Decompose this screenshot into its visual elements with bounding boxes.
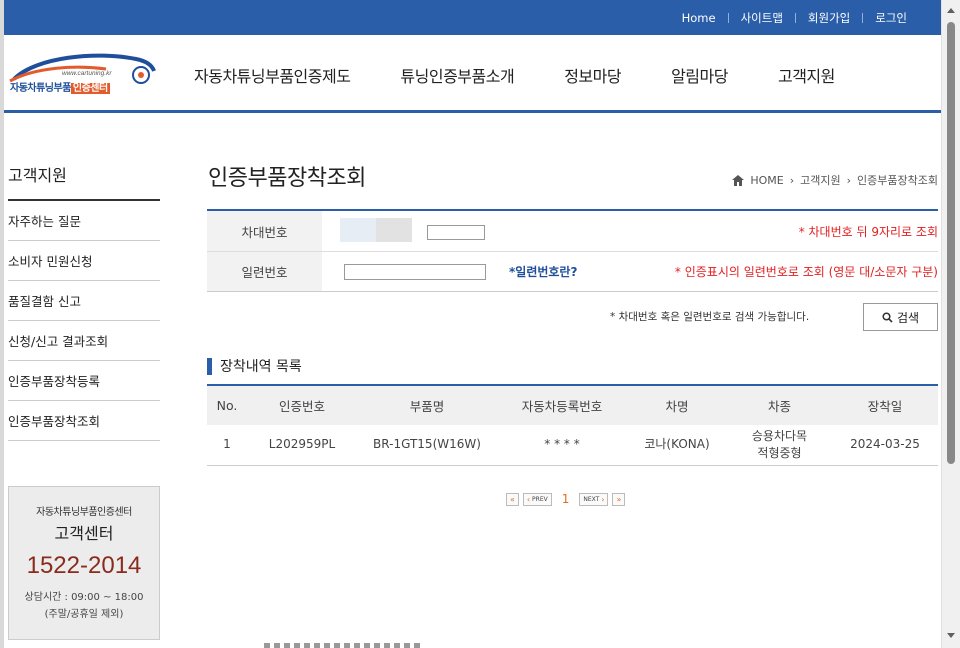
customer-center-box: 자동차튜닝부품인증센터 고객센터 1522-2014 상담시간 : 09:00 … bbox=[8, 486, 160, 640]
serial-input[interactable] bbox=[344, 264, 486, 280]
search-help-text: * 차대번호 혹은 일련번호로 검색 가능합니다. bbox=[610, 311, 810, 323]
sidebar-item-faq[interactable]: 자주하는 질문 bbox=[8, 201, 160, 241]
logo-name-highlight: 인증센터 bbox=[70, 83, 110, 94]
sidebar: 고객지원 자주하는 질문 소비자 민원신청 품질결함 신고 신청/신고 결과조회… bbox=[8, 150, 160, 441]
logo-name: 자동차튜닝부품 인증센터 bbox=[10, 79, 110, 94]
plate-label: 차대번호 bbox=[207, 211, 322, 251]
breadcrumb-section[interactable]: 고객지원 bbox=[800, 172, 840, 188]
list-title: 장착내역 목록 bbox=[207, 356, 302, 376]
cell-car: 코나(KONA) bbox=[627, 425, 727, 466]
top-link-signup[interactable]: 회원가입 bbox=[796, 10, 862, 26]
prev-label: PREV bbox=[532, 495, 548, 503]
chevron-right-icon: › bbox=[601, 494, 605, 504]
breadcrumb-current: 인증부품장착조회 bbox=[857, 174, 938, 187]
page-frame: Home 사이트맵 회원가입 로그인 www.cartuning.kr 자동차튜… bbox=[4, 0, 941, 648]
cell-cert: L202959PL bbox=[247, 425, 357, 466]
masked-input bbox=[340, 218, 412, 242]
search-row-serial: 일련번호 *일련번호란? * 인증표시의 일련번호로 조회 (영문 대/소문자 … bbox=[207, 251, 938, 291]
table-row: 1 L202959PL BR-1GT15(W16W) * * * * 코나(KO… bbox=[207, 425, 938, 466]
page-title: 인증부품장착조회 bbox=[208, 166, 366, 191]
next-label: NEXT bbox=[583, 495, 600, 503]
scroll-down-icon[interactable] bbox=[947, 633, 955, 638]
chevron-right-icon: › bbox=[789, 173, 795, 187]
double-chevron-right-icon: » bbox=[616, 494, 622, 504]
current-page[interactable]: 1 bbox=[556, 492, 576, 506]
customer-center-title: 고객센터 bbox=[54, 524, 114, 543]
serial-label: 일련번호 bbox=[207, 252, 322, 291]
chevron-right-icon: › bbox=[846, 173, 852, 187]
col-cert: 인증번호 bbox=[278, 399, 325, 414]
col-no: No. bbox=[216, 398, 238, 413]
sidebar-item-result-lookup[interactable]: 신청/신고 결과조회 bbox=[8, 321, 160, 361]
top-link-sitemap[interactable]: 사이트맵 bbox=[729, 10, 795, 26]
pagination: « ‹ PREV 1 NEXT › » bbox=[506, 492, 626, 506]
home-icon bbox=[732, 174, 745, 186]
list-title-text: 장착내역 목록 bbox=[220, 359, 302, 375]
sidebar-item-complaint[interactable]: 소비자 민원신청 bbox=[8, 241, 160, 281]
col-reg: 자동차등록번호 bbox=[521, 399, 603, 414]
search-icon bbox=[882, 311, 893, 323]
title-bar bbox=[207, 357, 212, 375]
top-link-home[interactable]: Home bbox=[670, 11, 728, 25]
sidebar-item-install-lookup[interactable]: 인증부품장착조회 bbox=[8, 401, 160, 441]
site-logo[interactable]: www.cartuning.kr 자동차튜닝부품 인증센터 bbox=[6, 47, 156, 103]
scroll-up-icon[interactable] bbox=[947, 8, 955, 13]
logo-name-prefix: 자동차튜닝부품 bbox=[10, 83, 71, 94]
chevron-left-icon: ‹ bbox=[526, 494, 531, 504]
sidebar-item-defect-report[interactable]: 품질결함 신고 bbox=[8, 281, 160, 321]
cell-no: 1 bbox=[207, 425, 247, 466]
next-page-button[interactable]: NEXT › bbox=[579, 492, 609, 506]
plate-input[interactable] bbox=[427, 225, 485, 240]
vertical-scrollbar[interactable] bbox=[941, 0, 960, 648]
col-car: 차명 bbox=[665, 399, 689, 414]
table-header: No. 인증번호 부품명 자동차등록번호 차명 차종 장착일 bbox=[207, 385, 938, 425]
nav-customer-support[interactable]: 고객지원 bbox=[778, 63, 835, 87]
prev-page-button[interactable]: ‹ PREV bbox=[522, 492, 552, 506]
cut-off-content bbox=[264, 643, 424, 648]
logo-url: www.cartuning.kr bbox=[62, 70, 112, 77]
plate-note: * 차대번호 뒤 9자리로 조회 bbox=[798, 224, 938, 239]
result-table: No. 인증번호 부품명 자동차등록번호 차명 차종 장착일 1 L202959… bbox=[207, 384, 938, 466]
site-header: www.cartuning.kr 자동차튜닝부품 인증센터 자동차튜닝부품인증제도… bbox=[4, 35, 941, 113]
cell-part: BR-1GT15(W16W) bbox=[357, 425, 497, 466]
customer-center-hours-note: (주말/공휴일 제외) bbox=[44, 609, 124, 620]
nav-certification-system[interactable]: 자동차튜닝부품인증제도 bbox=[194, 63, 351, 87]
search-button-label: 검색 bbox=[896, 310, 920, 325]
breadcrumb: HOME › 고객지원 › 인증부품장착조회 bbox=[732, 172, 938, 188]
top-link-login[interactable]: 로그인 bbox=[863, 10, 919, 26]
double-chevron-left-icon: « bbox=[510, 494, 515, 504]
nav-notice[interactable]: 알림마당 bbox=[671, 63, 728, 87]
cell-type-line2: 적형중형 bbox=[757, 445, 802, 460]
col-type: 차종 bbox=[767, 399, 791, 414]
scrollbar-thumb[interactable] bbox=[947, 22, 955, 464]
main-nav: 자동차튜닝부품인증제도 튜닝인증부품소개 정보마당 알림마당 고객지원 bbox=[194, 63, 835, 87]
cell-reg: * * * * bbox=[497, 425, 627, 466]
col-part: 부품명 bbox=[409, 399, 445, 414]
search-form: 차대번호 * 차대번호 뒤 9자리로 조회 일련번호 *일련번호란? * 인증표… bbox=[207, 209, 938, 292]
search-button[interactable]: 검색 bbox=[863, 303, 938, 331]
serial-note: * 인증표시의 일련번호로 조회 (영문 대/소문자 구분) bbox=[674, 265, 938, 279]
cell-type-line1: 승용차다목 bbox=[751, 428, 808, 443]
search-row-plate: 차대번호 * 차대번호 뒤 9자리로 조회 bbox=[207, 211, 938, 251]
col-date: 장착일 bbox=[867, 399, 903, 414]
nav-certified-parts[interactable]: 튜닝인증부품소개 bbox=[400, 63, 514, 87]
cell-type: 승용차다목적형중형 bbox=[727, 425, 832, 466]
last-page-button[interactable]: » bbox=[612, 492, 626, 506]
breadcrumb-home[interactable]: HOME bbox=[750, 174, 783, 187]
top-utility-bar: Home 사이트맵 회원가입 로그인 bbox=[4, 0, 941, 35]
cell-date: 2024-03-25 bbox=[832, 425, 938, 466]
first-page-button[interactable]: « bbox=[506, 492, 519, 506]
customer-center-hours: 상담시간 : 09:00 ~ 18:00 bbox=[24, 592, 144, 603]
sidebar-item-install-register[interactable]: 인증부품장착등록 bbox=[8, 361, 160, 401]
sidebar-title: 고객지원 bbox=[8, 150, 160, 201]
nav-info[interactable]: 정보마당 bbox=[564, 63, 621, 87]
serial-help-link[interactable]: *일련번호란? bbox=[509, 263, 577, 280]
customer-center-org: 자동차튜닝부품인증센터 bbox=[36, 507, 132, 518]
customer-center-phone: 1522-2014 bbox=[26, 552, 142, 579]
